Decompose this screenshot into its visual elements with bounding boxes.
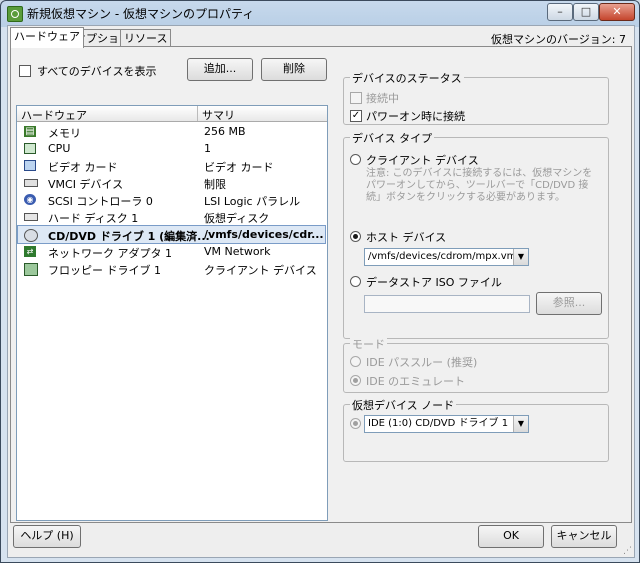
hardware-name: メモリ	[48, 127, 81, 140]
network-adapter-icon: ⇄	[24, 246, 36, 257]
hardware-name: ハード ディスク 1	[48, 212, 139, 225]
column-header-summary[interactable]: サマリ	[202, 107, 235, 123]
datastore-iso-path-field[interactable]	[364, 295, 530, 313]
connect-at-power-on-checkbox[interactable]: ✓	[350, 110, 362, 122]
table-row[interactable]: フロッピー ドライブ 1 クライアント デバイス	[18, 260, 325, 277]
cd-dvd-drive-icon	[24, 229, 38, 242]
tab-resources-label: リソース	[124, 32, 168, 45]
close-button[interactable]: ✕	[599, 3, 635, 21]
hardware-name: CPU	[48, 142, 71, 155]
dialog-client-area: ハードウェア オプション リソース 仮想マシンのバージョン: 7 すべてのデバイ…	[7, 25, 635, 558]
hardware-tab-panel: すべてのデバイスを表示 追加... 削除 ハードウェア サマリ ▤ メモリ 25…	[10, 46, 632, 523]
hardware-summary: 256 MB	[204, 125, 246, 138]
vm-app-icon	[7, 6, 23, 22]
table-row[interactable]: ⇄ ネットワーク アダプタ 1 VM Network	[18, 243, 325, 260]
maximize-icon: □	[580, 5, 592, 18]
hard-disk-icon	[24, 213, 38, 221]
device-type-group: デバイス タイプ クライアント デバイス 注意: このデバイスに接続するには、仮…	[343, 130, 609, 339]
device-status-group: デバイスのステータス 接続中 ✓ パワーオン時に接続	[343, 70, 609, 125]
connect-at-power-on-label: パワーオン時に接続	[366, 110, 465, 123]
table-row[interactable]: CD/DVD ドライブ 1 (編集済... /vmfs/devices/cdr.…	[17, 225, 326, 244]
hardware-name: ネットワーク アダプタ 1	[48, 247, 172, 260]
window-title: 新規仮想マシン - 仮想マシンのプロパティ	[27, 7, 255, 21]
remove-hardware-button[interactable]: 削除	[261, 58, 327, 81]
virtual-device-node-value: IDE (1:0) CD/DVD ドライブ 1	[368, 418, 509, 429]
datastore-iso-label: データストア ISO ファイル	[366, 276, 502, 289]
maximize-button[interactable]: □	[573, 3, 599, 21]
chevron-down-icon[interactable]: ▼	[513, 249, 528, 265]
virtual-device-node-group: 仮想デバイス ノード IDE (1:0) CD/DVD ドライブ 1 ▼	[343, 397, 609, 462]
hardware-name: SCSI コントローラ 0	[48, 195, 153, 208]
datastore-iso-radio[interactable]	[350, 276, 361, 287]
table-row[interactable]: ▤ メモリ 256 MB	[18, 123, 325, 140]
client-device-note: 注意: このデバイスに接続するには、仮想マシンをパワーオンしてから、ツールバーで…	[366, 168, 593, 203]
host-device-radio[interactable]	[350, 231, 361, 242]
tab-hardware[interactable]: ハードウェア	[10, 27, 84, 48]
host-device-label: ホスト デバイス	[366, 231, 447, 244]
hardware-list[interactable]: ハードウェア サマリ ▤ メモリ 256 MB CPU 1 ビデオ カード ビデ…	[16, 105, 328, 521]
ide-emulate-radio[interactable]	[350, 375, 361, 386]
add-hardware-button[interactable]: 追加...	[187, 58, 253, 81]
ide-passthrough-radio[interactable]	[350, 356, 361, 367]
vm-properties-window: 新規仮想マシン - 仮想マシンのプロパティ – □ ✕ ハードウェア オプション…	[0, 0, 640, 563]
host-device-value: /vmfs/devices/cdrom/mpx.vmhba	[368, 251, 529, 262]
hardware-summary: クライアント デバイス	[204, 264, 317, 277]
ok-button[interactable]: OK	[478, 525, 544, 548]
table-row[interactable]: VMCI デバイス 制限	[18, 174, 325, 191]
vmci-icon	[24, 179, 38, 187]
cpu-icon	[24, 143, 36, 154]
virtual-device-node-radio[interactable]	[350, 418, 361, 429]
hardware-summary: 仮想ディスク	[204, 212, 270, 225]
device-type-title: デバイス タイプ	[350, 130, 435, 146]
chevron-down-icon[interactable]: ▼	[513, 416, 528, 432]
cancel-button[interactable]: キャンセル	[551, 525, 617, 548]
ide-emulate-label: IDE のエミュレート	[366, 375, 465, 388]
resize-grip-icon[interactable]: ⋰	[623, 546, 633, 556]
virtual-device-node-title: 仮想デバイス ノード	[350, 397, 457, 413]
mode-title: モード	[350, 336, 387, 352]
table-row[interactable]: ハード ディスク 1 仮想ディスク	[18, 208, 325, 225]
hardware-summary: 1	[204, 142, 211, 155]
vm-version-label: 仮想マシンのバージョン: 7	[491, 33, 626, 46]
client-device-radio[interactable]	[350, 154, 361, 165]
hardware-summary: /vmfs/devices/cdr...	[204, 228, 324, 241]
close-icon: ✕	[612, 5, 622, 18]
hardware-summary: LSI Logic パラレル	[204, 195, 301, 208]
table-row[interactable]: CPU 1	[18, 140, 325, 157]
hardware-summary: 制限	[204, 178, 226, 191]
ide-passthrough-label: IDE パススルー (推奨)	[366, 356, 478, 369]
connected-checkbox[interactable]	[350, 92, 362, 104]
hardware-name: ビデオ カード	[48, 161, 118, 174]
show-all-devices-label: すべてのデバイスを表示	[37, 65, 157, 78]
table-row[interactable]: ◉ SCSI コントローラ 0 LSI Logic パラレル	[18, 191, 325, 208]
minimize-icon: –	[557, 5, 563, 18]
connected-label: 接続中	[366, 92, 399, 105]
column-header-hardware[interactable]: ハードウェア	[21, 107, 87, 123]
help-button[interactable]: ヘルプ (H)	[13, 525, 81, 548]
table-row[interactable]: ビデオ カード ビデオ カード	[18, 157, 325, 174]
hardware-name: フロッピー ドライブ 1	[48, 264, 161, 277]
client-device-label: クライアント デバイス	[366, 154, 479, 167]
minimize-button[interactable]: –	[547, 3, 573, 21]
hardware-list-header: ハードウェア サマリ	[17, 106, 327, 122]
video-card-icon	[24, 160, 36, 171]
tab-hardware-label: ハードウェア	[14, 30, 80, 43]
show-all-devices-checkbox[interactable]	[19, 65, 31, 77]
hardware-summary: ビデオ カード	[204, 161, 274, 174]
memory-icon: ▤	[24, 126, 36, 137]
scsi-controller-icon: ◉	[24, 194, 36, 205]
host-device-select[interactable]: /vmfs/devices/cdrom/mpx.vmhba ▼	[364, 248, 529, 266]
column-divider[interactable]	[197, 106, 198, 121]
floppy-drive-icon	[24, 263, 38, 276]
tab-resources[interactable]: リソース	[120, 29, 172, 47]
title-bar[interactable]: 新規仮想マシン - 仮想マシンのプロパティ – □ ✕	[1, 1, 639, 25]
hardware-name: CD/DVD ドライブ 1 (編集済...	[48, 230, 210, 243]
browse-button[interactable]: 参照...	[536, 292, 602, 315]
hardware-summary: VM Network	[204, 245, 271, 258]
virtual-device-node-select[interactable]: IDE (1:0) CD/DVD ドライブ 1 ▼	[364, 415, 529, 433]
mode-group: モード IDE パススルー (推奨) IDE のエミュレート	[343, 336, 609, 393]
device-status-title: デバイスのステータス	[350, 70, 464, 86]
hardware-name: VMCI デバイス	[48, 178, 124, 191]
